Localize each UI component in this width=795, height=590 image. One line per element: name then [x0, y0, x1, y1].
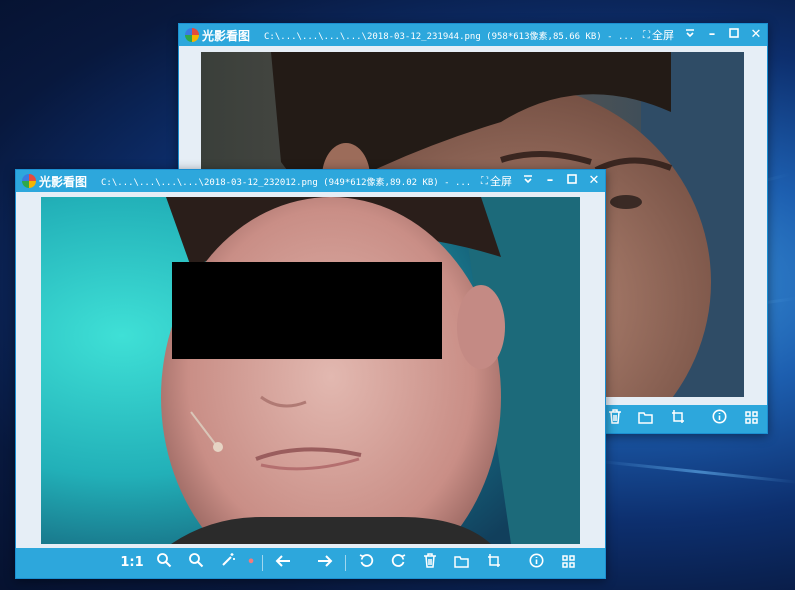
maximize-button[interactable]	[561, 170, 583, 192]
app-name: 光影看图	[39, 174, 88, 189]
close-button[interactable]: ✕	[583, 170, 605, 192]
front-image-viewer-window[interactable]: 光影看图 C:\...\...\...\...\2018-03-12_23201…	[15, 169, 606, 579]
file-info: C:\...\...\...\...\2018-03-12_231944.png…	[264, 31, 632, 42]
maximize-icon	[567, 174, 577, 184]
fullscreen-label: 全屏	[490, 175, 512, 188]
portrait-photo	[41, 197, 580, 544]
app-logo-icon	[22, 174, 36, 188]
fullscreen-button[interactable]: ⛶ 全屏	[638, 27, 679, 43]
info-button[interactable]	[704, 405, 736, 433]
previous-image-button[interactable]	[267, 549, 299, 577]
open-folder-icon	[638, 412, 654, 424]
prev-icon	[275, 555, 290, 567]
front-image-canvas[interactable]	[41, 197, 580, 544]
zoom-out-icon	[189, 553, 204, 568]
open-folder-button[interactable]	[446, 549, 478, 577]
zoom-in-button[interactable]	[148, 549, 180, 577]
maximize-button[interactable]	[723, 24, 745, 46]
menu-dropdown-icon	[524, 175, 532, 184]
dropdown-menu-button[interactable]	[679, 24, 701, 46]
next-icon	[318, 555, 333, 567]
desktop-light-beam	[599, 460, 795, 484]
fullscreen-label: 全屏	[652, 29, 674, 42]
app-name: 光影看图	[202, 28, 251, 43]
minimize-button[interactable]: –	[701, 24, 723, 46]
zoom-out-button[interactable]	[180, 549, 212, 577]
fullscreen-icon: ⛶	[643, 29, 650, 41]
grid-icon	[561, 555, 575, 568]
grid-icon	[744, 411, 758, 424]
rotate-right-icon	[391, 554, 405, 567]
dropdown-menu-button[interactable]	[517, 170, 539, 192]
zoom-in-icon	[157, 553, 172, 568]
info-button[interactable]	[520, 549, 552, 577]
front-toolbar: 1:1 •	[16, 548, 605, 578]
open-folder-icon	[454, 556, 469, 568]
minimize-button[interactable]: –	[539, 170, 561, 192]
redaction-box	[172, 262, 442, 359]
grid-view-button[interactable]	[552, 549, 584, 577]
toolbar-separator	[262, 555, 263, 571]
close-button[interactable]: ✕	[745, 24, 767, 46]
magic-wand-icon	[222, 553, 235, 566]
crop-icon	[488, 554, 500, 567]
toolbar-separator	[345, 555, 346, 571]
enhance-dropdown-button[interactable]: •	[244, 549, 258, 577]
actual-size-button[interactable]: 1:1	[116, 549, 148, 577]
fullscreen-button[interactable]: ⛶ 全屏	[476, 173, 517, 189]
grid-view-button[interactable]	[735, 405, 767, 433]
rotate-right-button[interactable]	[382, 549, 414, 577]
delete-icon	[608, 409, 621, 424]
auto-enhance-button[interactable]	[212, 549, 244, 577]
next-image-button[interactable]	[309, 549, 341, 577]
info-icon	[712, 409, 727, 424]
app-logo-icon	[185, 28, 199, 42]
delete-icon	[424, 553, 436, 568]
info-icon	[529, 553, 543, 568]
delete-button[interactable]	[414, 549, 446, 577]
fullscreen-icon: ⛶	[481, 175, 488, 187]
menu-dropdown-icon	[686, 29, 694, 38]
maximize-icon	[729, 28, 739, 38]
crop-button[interactable]	[662, 405, 694, 433]
rotate-left-button[interactable]	[350, 549, 382, 577]
file-info: C:\...\...\...\...\2018-03-12_232012.png…	[101, 177, 470, 188]
rotate-left-icon	[359, 554, 373, 567]
back-titlebar[interactable]: 光影看图 C:\...\...\...\...\2018-03-12_23194…	[179, 24, 767, 46]
crop-button[interactable]	[478, 549, 510, 577]
open-folder-button[interactable]	[631, 405, 663, 433]
front-titlebar[interactable]: 光影看图 C:\...\...\...\...\2018-03-12_23201…	[16, 170, 605, 192]
crop-icon	[671, 410, 684, 423]
